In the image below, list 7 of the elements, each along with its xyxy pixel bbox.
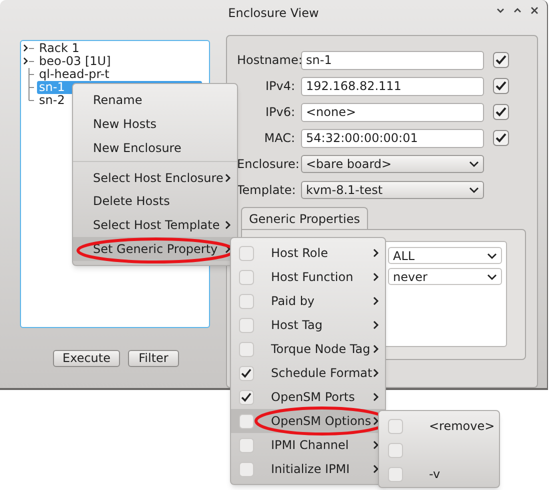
window-title: Enclosure View [228, 4, 319, 22]
field-label: Template: [237, 182, 297, 199]
field-label: IPv6: [264, 104, 296, 121]
field-label: Enclosure: [237, 156, 300, 173]
field-label: Hostname: [237, 52, 301, 69]
field-label: IPv4: [264, 78, 296, 95]
field-label: MAC: [263, 130, 296, 147]
